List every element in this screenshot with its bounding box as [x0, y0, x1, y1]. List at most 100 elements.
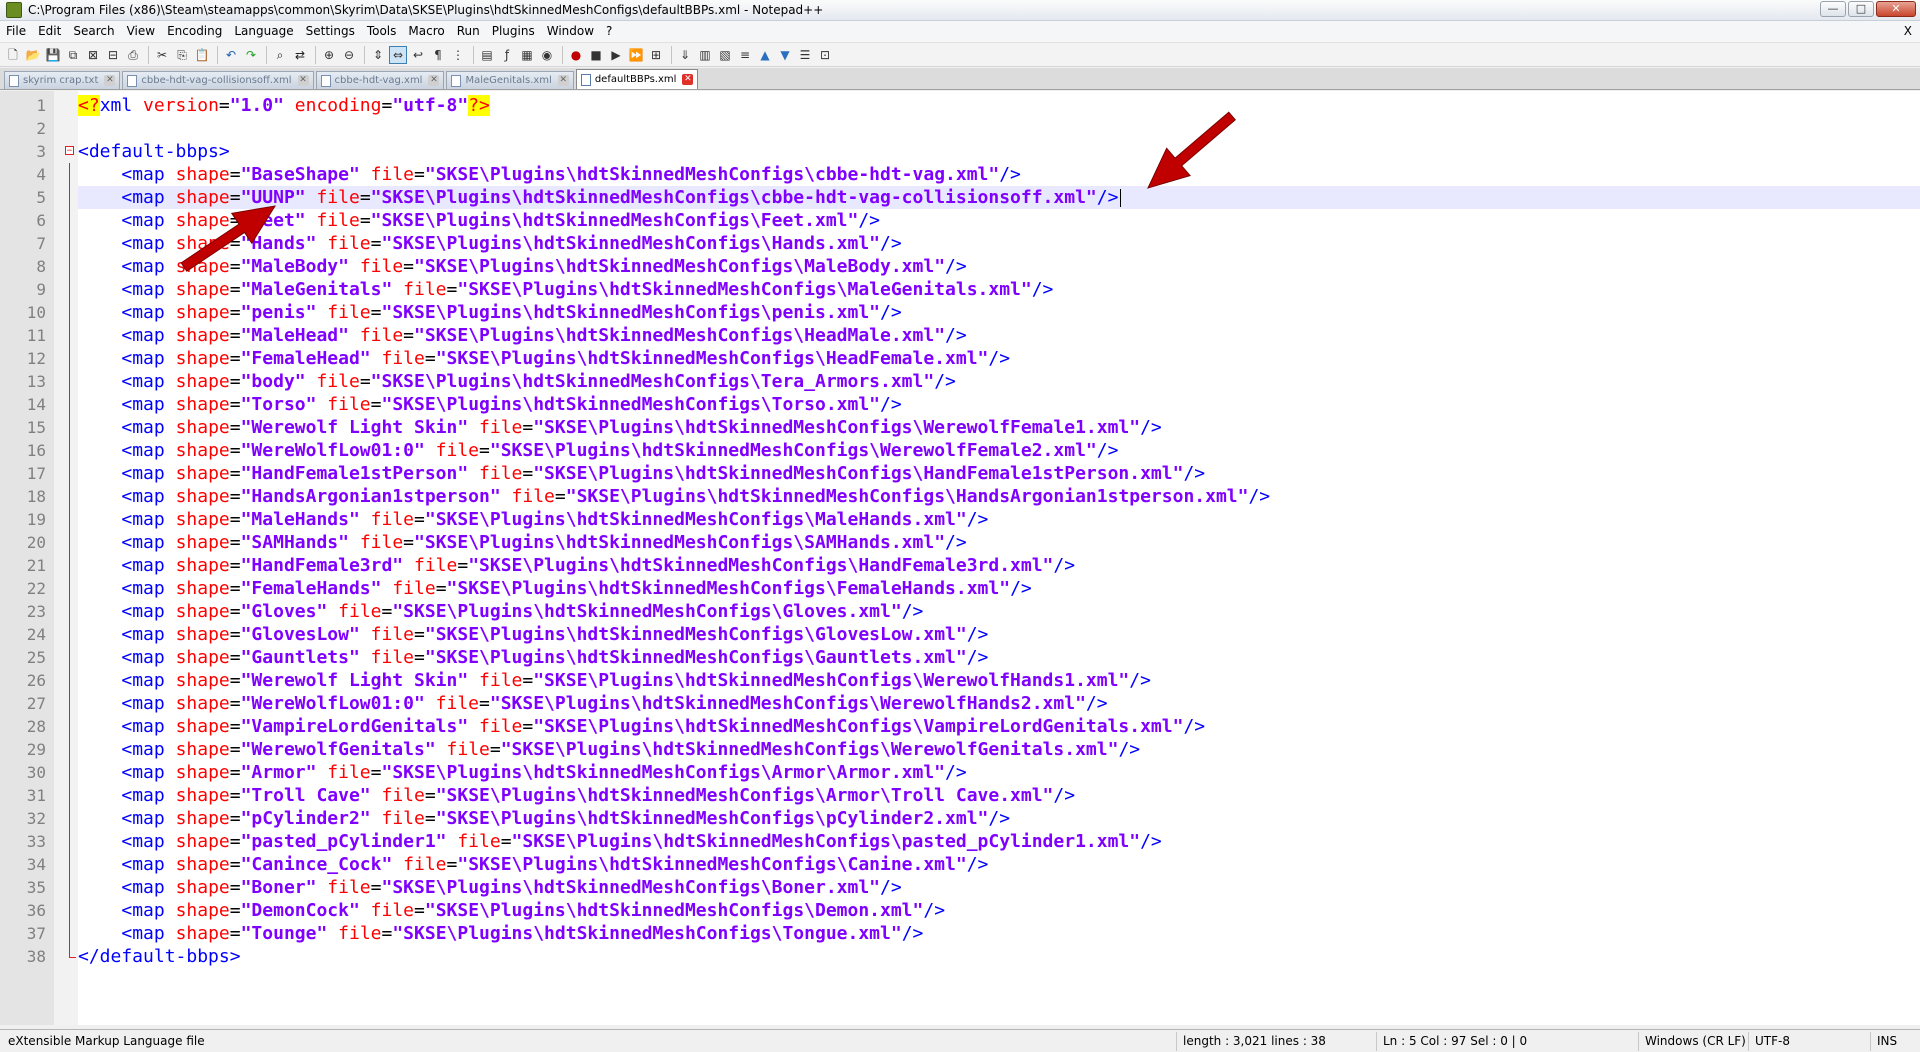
- tab-cbbe-hdt-vag-collisionsoff-xml[interactable]: cbbe-hdt-vag-collisionsoff.xml ✕: [122, 71, 314, 89]
- show-all-chars-icon[interactable]: ¶: [429, 46, 447, 64]
- plugin-a-icon[interactable]: ⇓: [676, 46, 694, 64]
- code-line[interactable]: 22 <map shape="FemaleHands" file="SKSE\P…: [27, 577, 1920, 600]
- code-line[interactable]: 1 <?xml version="1.0" encoding="utf-8"?>: [36, 94, 1920, 117]
- menu-plugins[interactable]: Plugins: [486, 21, 541, 42]
- close-all-icon[interactable]: ⊟: [104, 46, 122, 64]
- monitor-icon[interactable]: ◉: [538, 46, 556, 64]
- close-icon[interactable]: ✕: [1876, 1, 1916, 17]
- code-line[interactable]: 20 <map shape="SAMHands" file="SKSE\Plug…: [27, 531, 1920, 554]
- code-line[interactable]: 26 <map shape="Werewolf Light Skin" file…: [27, 669, 1920, 692]
- code-line[interactable]: 10 <map shape="penis" file="SKSE\Plugins…: [27, 301, 1920, 324]
- save-all-icon[interactable]: ⧉: [64, 46, 82, 64]
- replace-icon[interactable]: ⇄: [291, 46, 309, 64]
- code-line[interactable]: 9 <map shape="MaleGenitals" file="SKSE\P…: [36, 278, 1920, 301]
- function-list-icon[interactable]: ƒ: [498, 46, 516, 64]
- menu-search[interactable]: Search: [67, 21, 120, 42]
- close-icon[interactable]: ⊠: [84, 46, 102, 64]
- indent-guide-icon[interactable]: ⋮: [449, 46, 467, 64]
- tab-close-icon[interactable]: ✕: [297, 75, 309, 86]
- code-line[interactable]: 25 <map shape="Gauntlets" file="SKSE\Plu…: [27, 646, 1920, 669]
- run-macro-multiple-icon[interactable]: ⏩: [627, 46, 645, 64]
- open-file-icon[interactable]: 📂: [24, 46, 42, 64]
- fold-collapse-icon[interactable]: −: [65, 146, 74, 156]
- save-icon[interactable]: 💾: [44, 46, 62, 64]
- plugin-b-icon[interactable]: ▥: [696, 46, 714, 64]
- code-line[interactable]: 29 <map shape="WerewolfGenitals" file="S…: [27, 738, 1920, 761]
- paste-icon[interactable]: 📋: [193, 46, 211, 64]
- code-line[interactable]: 18 <map shape="HandsArgonian1stperson" f…: [27, 485, 1920, 508]
- tab-defaultbbps-xml[interactable]: defaultBBPs.xml ✕: [575, 69, 699, 89]
- save-macro-icon[interactable]: ⊞: [647, 46, 665, 64]
- menu-window[interactable]: Window: [541, 21, 600, 42]
- code-line[interactable]: 12 <map shape="FemaleHead" file="SKSE\Pl…: [27, 347, 1920, 370]
- undo-icon[interactable]: ↶: [222, 46, 240, 64]
- code-line[interactable]: 16 <map shape="WereWolfLow01:0" file="SK…: [27, 439, 1920, 462]
- status-encoding[interactable]: UTF-8: [1748, 1032, 1796, 1051]
- menu-language[interactable]: Language: [228, 21, 299, 42]
- menu-settings[interactable]: Settings: [300, 21, 361, 42]
- zoom-in-icon[interactable]: ⊕: [320, 46, 338, 64]
- tab-close-icon[interactable]: ✕: [104, 75, 116, 86]
- code-line[interactable]: 35 <map shape="Boner" file="SKSE\Plugins…: [27, 876, 1920, 899]
- plugin-h-icon[interactable]: ⊡: [816, 46, 834, 64]
- code-area[interactable]: 1 <?xml version="1.0" encoding="utf-8"?> 2…: [27, 94, 1920, 968]
- tab-close-icon[interactable]: ✕: [682, 74, 694, 85]
- code-line[interactable]: 14 <map shape="Torso" file="SKSE\Plugins…: [27, 393, 1920, 416]
- folder-workspace-icon[interactable]: ▦: [518, 46, 536, 64]
- code-line[interactable]: 27 <map shape="WereWolfLow01:0" file="SK…: [27, 692, 1920, 715]
- tab-close-icon[interactable]: ✕: [557, 75, 569, 86]
- cut-icon[interactable]: ✂: [153, 46, 171, 64]
- copy-icon[interactable]: ⎘: [173, 46, 191, 64]
- code-line[interactable]: 17 <map shape="HandFemale1stPerson" file…: [27, 462, 1920, 485]
- code-line[interactable]: 37 <map shape="Tounge" file="SKSE\Plugin…: [27, 922, 1920, 945]
- tab-skyrim-crap-txt[interactable]: skyrim crap.txt ✕: [4, 71, 121, 89]
- code-line[interactable]: 8 <map shape="MaleBody" file="SKSE\Plugi…: [36, 255, 1920, 278]
- code-line[interactable]: 34 <map shape="Canince_Cock" file="SKSE\…: [27, 853, 1920, 876]
- fold-margin[interactable]: [54, 91, 78, 1025]
- code-line[interactable]: 11 <map shape="MaleHead" file="SKSE\Plug…: [27, 324, 1920, 347]
- record-macro-icon[interactable]: ●: [567, 46, 585, 64]
- code-line[interactable]: 38 </default-bbps>: [27, 945, 1920, 968]
- sync-horizontal-icon[interactable]: ⇔: [389, 45, 407, 64]
- menu-encoding[interactable]: Encoding: [161, 21, 228, 42]
- plugin-g-icon[interactable]: ☰: [796, 46, 814, 64]
- word-wrap-icon[interactable]: ↩: [409, 46, 427, 64]
- code-line[interactable]: 15 <map shape="Werewolf Light Skin" file…: [27, 416, 1920, 439]
- editor[interactable]: 1 <?xml version="1.0" encoding="utf-8"?> 2…: [0, 91, 1920, 1025]
- tab-close-icon[interactable]: ✕: [428, 75, 440, 86]
- status-eol[interactable]: Windows (CR LF): [1638, 1032, 1752, 1051]
- play-macro-icon[interactable]: ▶: [607, 46, 625, 64]
- code-line[interactable]: 23 <map shape="Gloves" file="SKSE\Plugin…: [27, 600, 1920, 623]
- menu-tools[interactable]: Tools: [361, 21, 403, 42]
- code-line[interactable]: 21 <map shape="HandFemale3rd" file="SKSE…: [27, 554, 1920, 577]
- code-line[interactable]: 5 <map shape="UUNP" file="SKSE\Plugins\h…: [36, 186, 1920, 209]
- minimize-icon[interactable]: —: [1820, 1, 1846, 17]
- zoom-out-icon[interactable]: ⊖: [340, 46, 358, 64]
- find-icon[interactable]: ⌕: [271, 46, 289, 64]
- code-line[interactable]: 33 <map shape="pasted_pCylinder1" file="…: [27, 830, 1920, 853]
- tab-cbbe-hdt-vag-xml[interactable]: cbbe-hdt-vag.xml ✕: [315, 71, 445, 89]
- code-line[interactable]: 32 <map shape="pCylinder2" file="SKSE\Pl…: [27, 807, 1920, 830]
- redo-icon[interactable]: ↷: [242, 46, 260, 64]
- code-line[interactable]: 28 <map shape="VampireLordGenitals" file…: [27, 715, 1920, 738]
- code-line[interactable]: 2: [36, 117, 1920, 140]
- plugin-e-icon[interactable]: ▲: [756, 46, 774, 64]
- close-document-icon[interactable]: X: [1904, 21, 1912, 42]
- sync-vertical-icon[interactable]: ⇕: [369, 46, 387, 64]
- menu-run[interactable]: Run: [451, 21, 486, 42]
- plugin-d-icon[interactable]: ≡: [736, 46, 754, 64]
- status-insert-mode[interactable]: INS: [1870, 1032, 1903, 1051]
- maximize-icon[interactable]: □: [1848, 1, 1874, 17]
- code-line[interactable]: 24 <map shape="GlovesLow" file="SKSE\Plu…: [27, 623, 1920, 646]
- code-line[interactable]: 7 <map shape="Hands" file="SKSE\Plugins\…: [36, 232, 1920, 255]
- document-map-icon[interactable]: ▤: [478, 46, 496, 64]
- code-line[interactable]: 19 <map shape="MaleHands" file="SKSE\Plu…: [27, 508, 1920, 531]
- menu-file[interactable]: File: [0, 21, 32, 42]
- menu-macro[interactable]: Macro: [402, 21, 450, 42]
- menu-edit[interactable]: Edit: [32, 21, 67, 42]
- tab-malegenitals-xml[interactable]: MaleGenitals.xml ✕: [446, 71, 574, 89]
- plugin-f-icon[interactable]: ▼: [776, 46, 794, 64]
- code-line[interactable]: 4 <map shape="BaseShape" file="SKSE\Plug…: [36, 163, 1920, 186]
- code-line[interactable]: 31 <map shape="Troll Cave" file="SKSE\Pl…: [27, 784, 1920, 807]
- code-line[interactable]: 6 <map shape="Feet" file="SKSE\Plugins\h…: [36, 209, 1920, 232]
